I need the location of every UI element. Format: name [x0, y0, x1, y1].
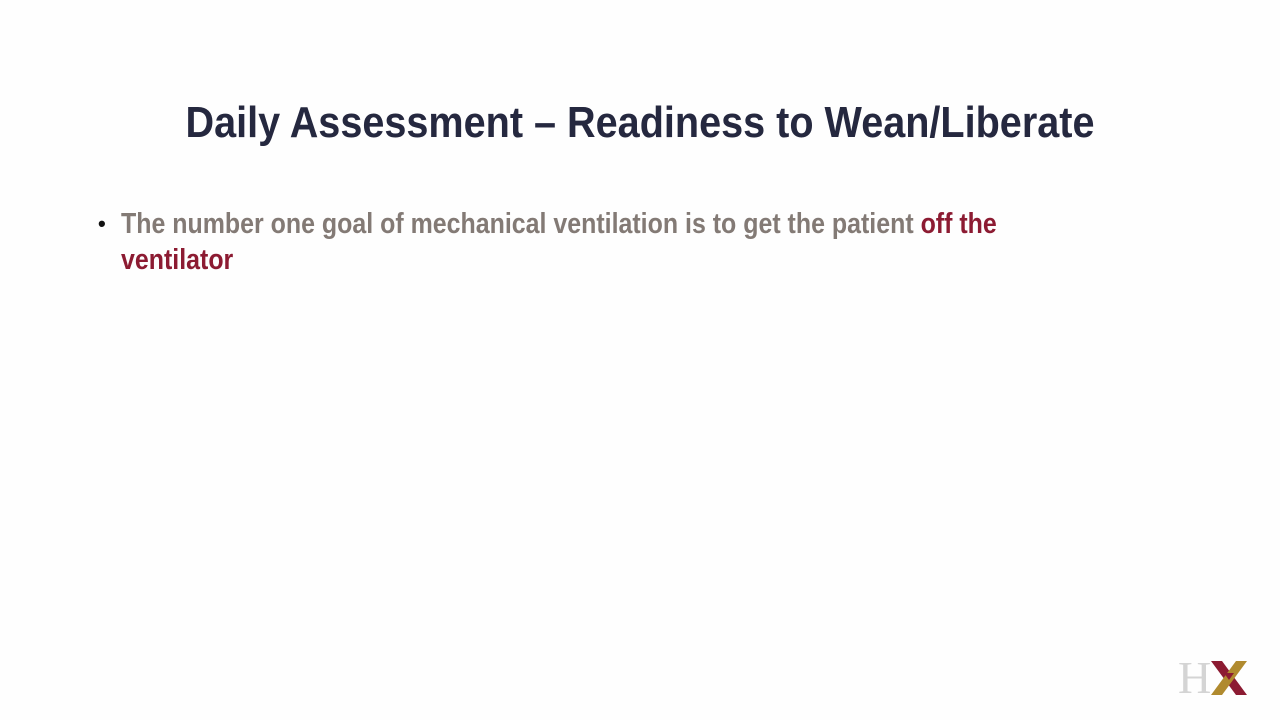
hx-logo: H	[1178, 655, 1264, 701]
bullet-emphasis-continued: ventilator	[121, 244, 234, 276]
logo-letter-h: H	[1178, 652, 1211, 703]
bullet-text: The number one goal of mechanical ventil…	[121, 208, 921, 240]
bullet-marker: •	[98, 211, 106, 236]
bullet-item: • The number one goal of mechanical vent…	[94, 206, 1194, 278]
slide: Daily Assessment – Readiness to Wean/Lib…	[0, 0, 1280, 720]
bullet-emphasis: off the	[920, 208, 997, 240]
bullet-line-1: The number one goal of mechanical ventil…	[121, 206, 1044, 242]
logo-letter-x-icon	[1209, 657, 1249, 697]
bullet-list: • The number one goal of mechanical vent…	[94, 206, 1194, 278]
slide-title: Daily Assessment – Readiness to Wean/Lib…	[185, 98, 1095, 147]
bullet-line-2: ventilator	[121, 242, 1044, 278]
